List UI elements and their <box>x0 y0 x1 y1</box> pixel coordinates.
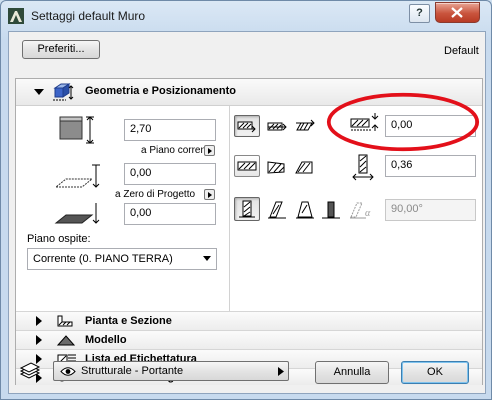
wall-height-icon <box>59 116 94 144</box>
dialog-window: Settaggi default Muro ? Preferiti... Def… <box>0 0 492 400</box>
slant-angle-field[interactable]: 90,00° <box>385 199 476 221</box>
geometry-section-title: Geometria e Posizionamento <box>85 85 236 97</box>
wall-straight-button[interactable] <box>234 155 260 177</box>
section-label: Pianta e Sezione <box>85 315 172 327</box>
section-label: Modello <box>85 334 127 346</box>
title-bar: Settaggi default Muro ? <box>1 1 491 31</box>
floor-plan-icon <box>57 315 73 327</box>
expand-right-icon <box>36 316 42 326</box>
close-icon <box>451 7 463 18</box>
zero-progetto-popup-button[interactable] <box>204 189 215 200</box>
close-button[interactable] <box>435 2 480 23</box>
layer-popup[interactable]: Strutturale - Portante <box>53 361 289 381</box>
base-level-icon <box>54 203 100 224</box>
host-story-dropdown[interactable]: Corrente (0. PIANO TERRA) <box>27 248 217 270</box>
wall-thickness-field[interactable]: 0,36 <box>385 155 476 177</box>
base-offset-icon <box>54 164 100 188</box>
model-icon <box>56 335 76 346</box>
expand-right-icon <box>36 335 42 345</box>
wall-straight-icon <box>237 161 257 171</box>
window-title: Settaggi default Muro <box>31 9 146 23</box>
ref-line-outside-button[interactable] <box>234 115 260 137</box>
host-story-value: Corrente (0. PIANO TERRA) <box>33 253 173 265</box>
zero-progetto-label: a Zero di Progetto <box>115 189 196 200</box>
piano-corrente-popup-button[interactable] <box>204 145 215 156</box>
settings-panel: Geometria e Posizionamento 2,70 a Piano … <box>15 78 483 385</box>
wall-trapezoid-icon[interactable] <box>266 159 288 175</box>
chevron-right-icon <box>278 367 284 376</box>
section-pianta-sezione[interactable]: Pianta e Sezione <box>16 311 482 331</box>
ref-line-outside-icon <box>237 121 256 133</box>
layer-value: Strutturale - Portante <box>81 365 184 377</box>
svg-text:α: α <box>365 208 371 219</box>
eye-icon <box>60 367 76 376</box>
help-button[interactable]: ? <box>409 4 430 23</box>
dialog-client: Preferiti... Default Geometria e Posizio… <box>8 31 486 394</box>
base-level-field[interactable]: 0,00 <box>124 203 216 225</box>
section-modello[interactable]: Modello <box>16 330 482 350</box>
wall-vertical-icon <box>239 200 255 218</box>
column-divider <box>229 106 230 319</box>
chevron-down-icon <box>203 256 211 261</box>
archicad-app-icon <box>8 8 24 24</box>
cancel-button[interactable]: Annulla <box>315 361 389 384</box>
wall-vertical-button[interactable] <box>234 197 260 221</box>
favorites-button[interactable]: Preferiti... <box>22 40 100 59</box>
geometry-cube-icon <box>53 83 74 101</box>
wall-polygonal-icon[interactable] <box>294 159 316 175</box>
wall-thickness-icon <box>352 154 374 181</box>
base-offset-field[interactable]: 0,00 <box>124 163 216 185</box>
ref-line-inside-icon[interactable] <box>294 119 318 135</box>
slant-angle-icon: α <box>350 202 371 219</box>
default-label: Default <box>444 45 479 57</box>
wall-height-field[interactable]: 2,70 <box>124 119 216 141</box>
host-story-label: Piano ospite: <box>27 233 91 245</box>
ok-button[interactable]: OK <box>401 361 469 384</box>
wall-double-slanted-icon[interactable] <box>294 199 316 221</box>
expand-down-icon <box>34 89 44 95</box>
wall-slanted-icon[interactable] <box>266 199 288 221</box>
layers-icon <box>19 362 41 379</box>
wall-profile-icon[interactable] <box>320 199 342 221</box>
ref-line-center-icon[interactable] <box>266 119 290 135</box>
highlight-ellipse <box>326 92 480 152</box>
